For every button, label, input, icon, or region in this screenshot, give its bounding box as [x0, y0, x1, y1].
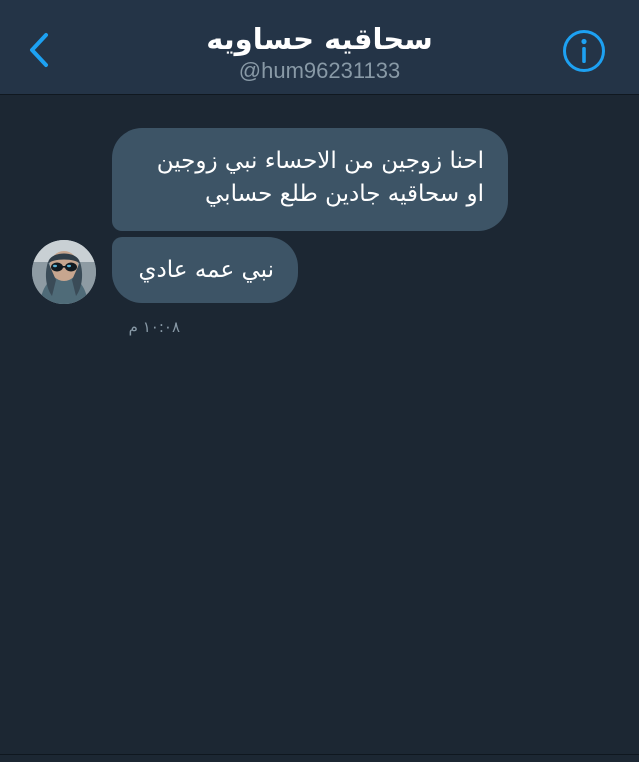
message-text: او سحاقيه جادين طلع حسابي	[205, 181, 484, 207]
message-text: احنا زوجين من الاحساء نبي زوجين	[156, 148, 484, 174]
conversation-title: سحاقيه حساويه	[206, 22, 433, 56]
message-text: نبي عمه عادي	[138, 257, 274, 283]
message-bubble[interactable]: احنا زوجين من الاحساء نبي زوجين او سحاقي…	[112, 128, 508, 231]
info-button[interactable]	[562, 29, 606, 73]
info-circle-icon	[563, 30, 605, 72]
message-timestamp: ١٠:٠٨ م	[128, 318, 180, 336]
dm-conversation-screen: سحاقيه حساويه @hum96231133 احنا زوجين من…	[0, 0, 639, 762]
profile-photo-icon	[32, 240, 96, 304]
user-handle: @hum96231133	[238, 58, 401, 83]
avatar[interactable]	[32, 240, 96, 304]
conversation-header: سحاقيه حساويه @hum96231133	[0, 0, 639, 95]
divider	[0, 754, 639, 755]
message-bubble[interactable]: نبي عمه عادي	[112, 237, 298, 303]
